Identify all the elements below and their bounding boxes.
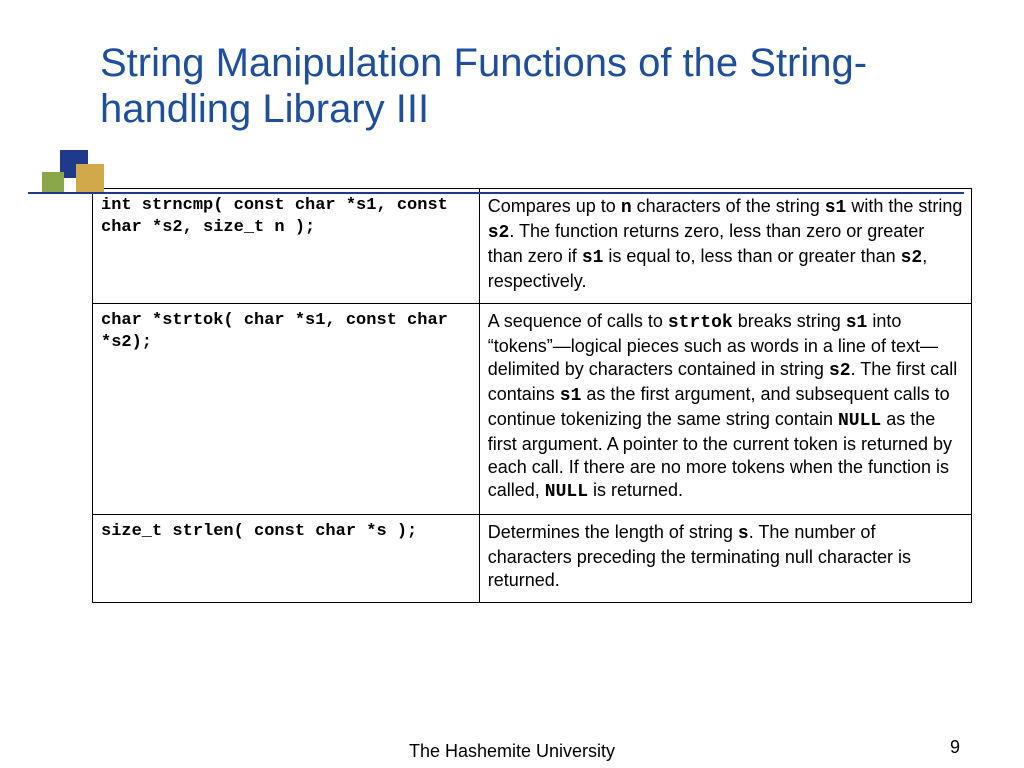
page-number: 9 [950, 737, 960, 758]
title-underline [28, 192, 964, 194]
function-signature: char *strtok( char *s1, const char *s2); [93, 304, 480, 515]
footer-text: The Hashemite University [0, 741, 1024, 762]
table-row: int strncmp( const char *s1, const char … [93, 189, 972, 304]
function-description: Determines the length of string s. The n… [479, 515, 971, 603]
function-description: A sequence of calls to strtok breaks str… [479, 304, 971, 515]
slide-bullet-decoration [28, 150, 108, 230]
function-signature: size_t strlen( const char *s ); [93, 515, 480, 603]
table-row: size_t strlen( const char *s ); Determin… [93, 515, 972, 603]
function-signature: int strncmp( const char *s1, const char … [93, 189, 480, 304]
slide-title: String Manipulation Functions of the Str… [100, 40, 964, 132]
functions-table: int strncmp( const char *s1, const char … [92, 188, 972, 603]
function-description: Compares up to n characters of the strin… [479, 189, 971, 304]
table-row: char *strtok( char *s1, const char *s2);… [93, 304, 972, 515]
